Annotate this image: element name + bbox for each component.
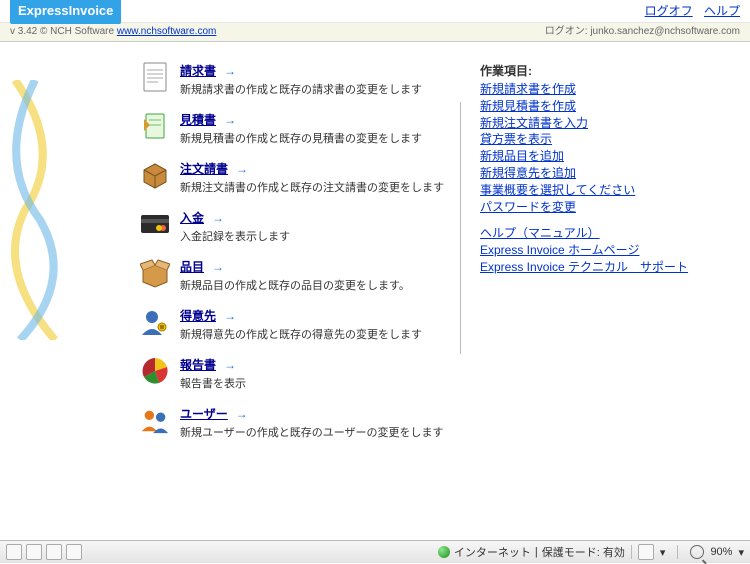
side-help-link[interactable]: ヘルプ（マニュアル） [480, 225, 720, 242]
sb-icon[interactable] [638, 544, 654, 560]
protected-mode-text: 保護モード: 有効 [542, 544, 625, 560]
menu-payment[interactable]: 入金 → 入金記録を表示します [140, 209, 450, 244]
arrow-icon: → [224, 113, 236, 127]
arrow-icon: → [224, 309, 236, 323]
menu-customers[interactable]: 得意先 → 新規得意先の作成と既存の得意先の変更をします [140, 307, 450, 342]
open-box-icon [140, 258, 170, 288]
credit-card-icon [140, 209, 170, 239]
zoom-icon[interactable] [690, 545, 704, 559]
menu-invoice-title[interactable]: 請求書 [180, 62, 216, 79]
menu-reports-desc: 報告書を表示 [180, 375, 450, 391]
version-text: v 3.42 © NCH Software www.nchsoftware.co… [10, 23, 216, 41]
logoff-link[interactable]: ログオフ [645, 4, 693, 18]
menu-quote[interactable]: 見積書 → 新規見積書の作成と既存の見積書の変更をします [140, 111, 450, 146]
menu-customers-desc: 新規得意先の作成と既存の得意先の変更をします [180, 326, 450, 342]
side-homepage-link[interactable]: Express Invoice ホームページ [480, 242, 720, 259]
menu-payment-desc: 入金記録を表示します [180, 228, 450, 244]
menu-order-title[interactable]: 注文請書 [180, 160, 228, 177]
invoice-icon [140, 62, 170, 92]
quote-icon [140, 111, 170, 141]
app-logo: ExpressInvoice [10, 0, 121, 24]
side-link[interactable]: 新規見積書を作成 [480, 98, 720, 115]
arrow-icon: → [236, 162, 248, 176]
side-panel: 作業項目: 新規請求書を作成 新規見積書を作成 新規注文請書を入力 貸方票を表示… [480, 62, 720, 454]
menu-payment-title[interactable]: 入金 [180, 209, 204, 226]
side-link[interactable]: 事業概要を選択してください [480, 182, 720, 199]
vertical-divider [460, 102, 461, 354]
sb-icon[interactable] [6, 544, 22, 560]
side-support-link[interactable]: Express Invoice テクニカル サポート [480, 259, 720, 276]
users-icon [140, 405, 170, 435]
version-prefix: v 3.42 © NCH Software [10, 26, 117, 37]
menu-invoice-desc: 新規請求書の作成と既存の請求書の変更をします [180, 81, 450, 97]
customer-icon [140, 307, 170, 337]
menu-users-desc: 新規ユーザーの作成と既存のユーザーの変更をします [180, 424, 450, 440]
menu-customers-title[interactable]: 得意先 [180, 307, 216, 324]
arrow-icon: → [212, 211, 224, 225]
menu-users-title[interactable]: ユーザー [180, 405, 228, 422]
menu-reports-title[interactable]: 報告書 [180, 356, 216, 373]
arrow-icon: → [224, 358, 236, 372]
help-link[interactable]: ヘルプ [704, 4, 740, 18]
sb-icon[interactable] [26, 544, 42, 560]
side-link[interactable]: パスワードを変更 [480, 199, 720, 216]
menu-order[interactable]: 注文請書 → 新規注文請書の作成と既存の注文請書の変更をします [140, 160, 450, 195]
menu-order-desc: 新規注文請書の作成と既存の注文請書の変更をします [180, 179, 450, 195]
side-link[interactable]: 新規得意先を追加 [480, 165, 720, 182]
menu-items[interactable]: 品目 → 新規品目の作成と既存の品目の変更をします。 [140, 258, 450, 293]
menu-quote-title[interactable]: 見積書 [180, 111, 216, 128]
side-link[interactable]: 貸方票を表示 [480, 131, 720, 148]
vendor-link[interactable]: www.nchsoftware.com [117, 26, 216, 37]
side-link[interactable]: 新規注文請書を入力 [480, 115, 720, 132]
header-links: ログオフ ヘルプ [637, 0, 740, 22]
side-link[interactable]: 新規品目を追加 [480, 148, 720, 165]
side-link[interactable]: 新規請求書を作成 [480, 81, 720, 98]
menu-items-desc: 新規品目の作成と既存の品目の変更をします。 [180, 277, 450, 293]
menu-users[interactable]: ユーザー → 新規ユーザーの作成と既存のユーザーの変更をします [140, 405, 450, 440]
menu-quote-desc: 新規見積書の作成と既存の見積書の変更をします [180, 130, 450, 146]
internet-zone-icon [438, 546, 450, 558]
zoom-level[interactable]: 90% [710, 546, 732, 558]
zone-text: インターネット [454, 544, 531, 560]
sb-icon[interactable] [46, 544, 62, 560]
status-bar: インターネット | 保護モード: 有効 ▾ 90% ▾ [0, 540, 750, 563]
menu-invoice[interactable]: 請求書 → 新規請求書の作成と既存の請求書の変更をします [140, 62, 450, 97]
package-icon [140, 160, 170, 190]
pie-chart-icon [140, 356, 170, 386]
sb-icon[interactable] [66, 544, 82, 560]
arrow-icon: → [236, 407, 248, 421]
menu-reports[interactable]: 報告書 → 報告書を表示 [140, 356, 450, 391]
menu-items-title[interactable]: 品目 [180, 258, 204, 275]
arrow-icon: → [224, 64, 236, 78]
side-heading: 作業項目: [480, 62, 720, 79]
main-menu: 請求書 → 新規請求書の作成と既存の請求書の変更をします 見積書 → 新規見積書の作… [140, 62, 450, 454]
arrow-icon: → [212, 260, 224, 274]
login-status: ログオン: junko.sanchez@nchsoftware.com [545, 23, 740, 41]
